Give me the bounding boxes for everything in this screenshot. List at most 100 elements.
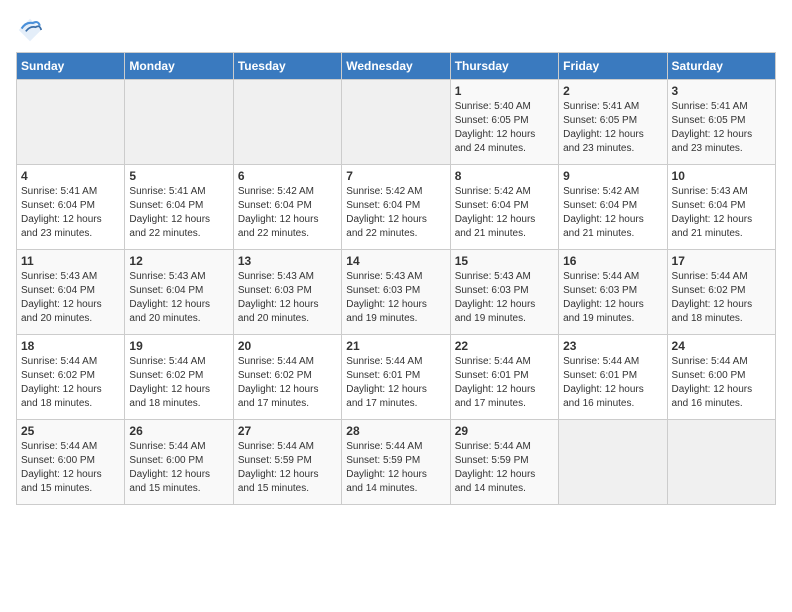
- week-row-3: 11 Sunrise: 5:43 AM Sunset: 6:04 PM Dayli…: [17, 250, 776, 335]
- day-number: 9: [563, 169, 662, 183]
- day-info: Sunrise: 5:44 AM Sunset: 6:02 PM Dayligh…: [21, 355, 120, 411]
- week-row-5: 25 Sunrise: 5:44 AM Sunset: 6:00 PM Dayli…: [17, 420, 776, 505]
- logo: [16, 16, 48, 44]
- day-cell: 27 Sunrise: 5:44 AM Sunset: 5:59 PM Dayli…: [233, 420, 341, 505]
- day-cell: [342, 80, 450, 165]
- day-cell: 15 Sunrise: 5:43 AM Sunset: 6:03 PM Dayli…: [450, 250, 558, 335]
- logo-icon: [16, 16, 44, 44]
- day-number: 7: [346, 169, 445, 183]
- day-header-tuesday: Tuesday: [233, 53, 341, 80]
- day-cell: 26 Sunrise: 5:44 AM Sunset: 6:00 PM Dayli…: [125, 420, 233, 505]
- day-cell: 17 Sunrise: 5:44 AM Sunset: 6:02 PM Dayli…: [667, 250, 775, 335]
- day-cell: 18 Sunrise: 5:44 AM Sunset: 6:02 PM Dayli…: [17, 335, 125, 420]
- day-cell: 25 Sunrise: 5:44 AM Sunset: 6:00 PM Dayli…: [17, 420, 125, 505]
- day-info: Sunrise: 5:43 AM Sunset: 6:03 PM Dayligh…: [238, 270, 337, 326]
- day-info: Sunrise: 5:44 AM Sunset: 5:59 PM Dayligh…: [238, 440, 337, 496]
- day-info: Sunrise: 5:42 AM Sunset: 6:04 PM Dayligh…: [455, 185, 554, 241]
- day-cell: [233, 80, 341, 165]
- day-cell: 13 Sunrise: 5:43 AM Sunset: 6:03 PM Dayli…: [233, 250, 341, 335]
- day-number: 19: [129, 339, 228, 353]
- day-number: 20: [238, 339, 337, 353]
- day-info: Sunrise: 5:41 AM Sunset: 6:04 PM Dayligh…: [129, 185, 228, 241]
- week-row-2: 4 Sunrise: 5:41 AM Sunset: 6:04 PM Daylig…: [17, 165, 776, 250]
- day-header-thursday: Thursday: [450, 53, 558, 80]
- day-header-sunday: Sunday: [17, 53, 125, 80]
- days-header-row: SundayMondayTuesdayWednesdayThursdayFrid…: [17, 53, 776, 80]
- day-number: 24: [672, 339, 771, 353]
- day-header-wednesday: Wednesday: [342, 53, 450, 80]
- day-number: 13: [238, 254, 337, 268]
- day-info: Sunrise: 5:44 AM Sunset: 6:00 PM Dayligh…: [21, 440, 120, 496]
- day-info: Sunrise: 5:42 AM Sunset: 6:04 PM Dayligh…: [346, 185, 445, 241]
- day-cell: 21 Sunrise: 5:44 AM Sunset: 6:01 PM Dayli…: [342, 335, 450, 420]
- day-number: 4: [21, 169, 120, 183]
- day-header-saturday: Saturday: [667, 53, 775, 80]
- day-cell: 20 Sunrise: 5:44 AM Sunset: 6:02 PM Dayli…: [233, 335, 341, 420]
- day-cell: 14 Sunrise: 5:43 AM Sunset: 6:03 PM Dayli…: [342, 250, 450, 335]
- day-info: Sunrise: 5:44 AM Sunset: 6:01 PM Dayligh…: [346, 355, 445, 411]
- day-info: Sunrise: 5:44 AM Sunset: 6:01 PM Dayligh…: [563, 355, 662, 411]
- day-number: 29: [455, 424, 554, 438]
- day-number: 2: [563, 84, 662, 98]
- week-row-4: 18 Sunrise: 5:44 AM Sunset: 6:02 PM Dayli…: [17, 335, 776, 420]
- day-number: 15: [455, 254, 554, 268]
- day-info: Sunrise: 5:43 AM Sunset: 6:04 PM Dayligh…: [129, 270, 228, 326]
- day-cell: 8 Sunrise: 5:42 AM Sunset: 6:04 PM Daylig…: [450, 165, 558, 250]
- day-number: 12: [129, 254, 228, 268]
- day-header-friday: Friday: [559, 53, 667, 80]
- day-cell: 9 Sunrise: 5:42 AM Sunset: 6:04 PM Daylig…: [559, 165, 667, 250]
- week-row-1: 1Sunrise: 5:40 AM Sunset: 6:05 PM Daylig…: [17, 80, 776, 165]
- day-number: 28: [346, 424, 445, 438]
- day-header-monday: Monday: [125, 53, 233, 80]
- day-cell: 4 Sunrise: 5:41 AM Sunset: 6:04 PM Daylig…: [17, 165, 125, 250]
- day-number: 25: [21, 424, 120, 438]
- day-cell: 6 Sunrise: 5:42 AM Sunset: 6:04 PM Daylig…: [233, 165, 341, 250]
- day-cell: 28 Sunrise: 5:44 AM Sunset: 5:59 PM Dayli…: [342, 420, 450, 505]
- day-cell: 5 Sunrise: 5:41 AM Sunset: 6:04 PM Daylig…: [125, 165, 233, 250]
- day-info: Sunrise: 5:44 AM Sunset: 6:00 PM Dayligh…: [129, 440, 228, 496]
- day-number: 21: [346, 339, 445, 353]
- day-number: 6: [238, 169, 337, 183]
- day-info: Sunrise: 5:41 AM Sunset: 6:05 PM Dayligh…: [672, 100, 771, 156]
- day-cell: 3 Sunrise: 5:41 AM Sunset: 6:05 PM Daylig…: [667, 80, 775, 165]
- page-header: [16, 16, 776, 44]
- day-info: Sunrise: 5:44 AM Sunset: 6:03 PM Dayligh…: [563, 270, 662, 326]
- day-info: Sunrise: 5:44 AM Sunset: 6:00 PM Dayligh…: [672, 355, 771, 411]
- day-info: Sunrise: 5:44 AM Sunset: 5:59 PM Dayligh…: [346, 440, 445, 496]
- day-number: 26: [129, 424, 228, 438]
- day-cell: [125, 80, 233, 165]
- day-info: Sunrise: 5:43 AM Sunset: 6:04 PM Dayligh…: [672, 185, 771, 241]
- day-number: 5: [129, 169, 228, 183]
- day-number: 18: [21, 339, 120, 353]
- day-cell: 16 Sunrise: 5:44 AM Sunset: 6:03 PM Dayli…: [559, 250, 667, 335]
- day-cell: 10 Sunrise: 5:43 AM Sunset: 6:04 PM Dayli…: [667, 165, 775, 250]
- day-number: 8: [455, 169, 554, 183]
- day-cell: [667, 420, 775, 505]
- day-info: Sunrise: 5:43 AM Sunset: 6:03 PM Dayligh…: [346, 270, 445, 326]
- calendar-table: SundayMondayTuesdayWednesdayThursdayFrid…: [16, 52, 776, 505]
- day-number: 16: [563, 254, 662, 268]
- day-cell: [559, 420, 667, 505]
- day-info: Sunrise: 5:44 AM Sunset: 6:02 PM Dayligh…: [238, 355, 337, 411]
- day-info: Sunrise: 5:42 AM Sunset: 6:04 PM Dayligh…: [238, 185, 337, 241]
- day-number: 22: [455, 339, 554, 353]
- day-cell: 22Sunrise: 5:44 AM Sunset: 6:01 PM Dayli…: [450, 335, 558, 420]
- day-number: 3: [672, 84, 771, 98]
- day-cell: [17, 80, 125, 165]
- day-number: 10: [672, 169, 771, 183]
- day-info: Sunrise: 5:41 AM Sunset: 6:04 PM Dayligh…: [21, 185, 120, 241]
- day-number: 27: [238, 424, 337, 438]
- day-info: Sunrise: 5:41 AM Sunset: 6:05 PM Dayligh…: [563, 100, 662, 156]
- day-number: 14: [346, 254, 445, 268]
- day-info: Sunrise: 5:43 AM Sunset: 6:03 PM Dayligh…: [455, 270, 554, 326]
- day-number: 11: [21, 254, 120, 268]
- day-cell: 29Sunrise: 5:44 AM Sunset: 5:59 PM Dayli…: [450, 420, 558, 505]
- day-info: Sunrise: 5:44 AM Sunset: 6:02 PM Dayligh…: [672, 270, 771, 326]
- day-cell: 19Sunrise: 5:44 AM Sunset: 6:02 PM Dayli…: [125, 335, 233, 420]
- day-cell: 24 Sunrise: 5:44 AM Sunset: 6:00 PM Dayli…: [667, 335, 775, 420]
- day-number: 1: [455, 84, 554, 98]
- day-number: 17: [672, 254, 771, 268]
- day-cell: 12 Sunrise: 5:43 AM Sunset: 6:04 PM Dayli…: [125, 250, 233, 335]
- day-cell: 1Sunrise: 5:40 AM Sunset: 6:05 PM Daylig…: [450, 80, 558, 165]
- day-info: Sunrise: 5:42 AM Sunset: 6:04 PM Dayligh…: [563, 185, 662, 241]
